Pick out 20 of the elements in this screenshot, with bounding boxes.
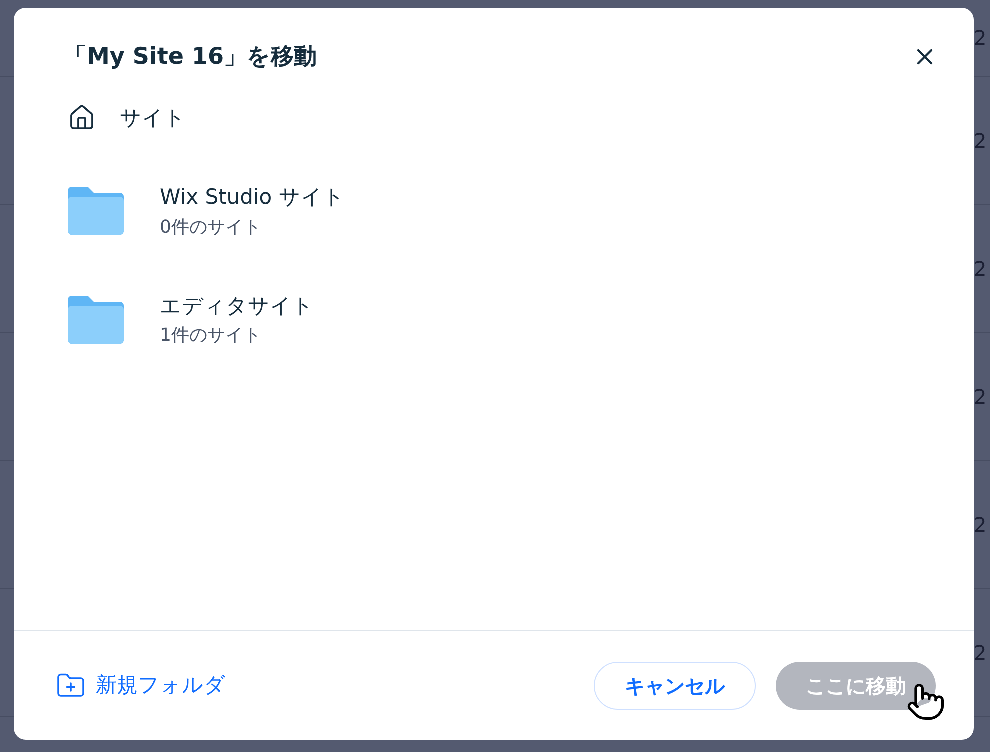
folder-name: Wix Studio サイト — [160, 184, 345, 211]
date-text: 2 — [974, 640, 988, 666]
site-count: 1件のサイト — [160, 324, 262, 348]
date-text: 2 — [974, 128, 988, 154]
new-folder-button[interactable]: 新規フォルダ — [56, 670, 226, 702]
site-count: 0件のサイト — [160, 216, 262, 240]
date-text: 2 — [974, 384, 988, 410]
pointer-cursor-icon — [906, 682, 946, 722]
breadcrumb-link[interactable]: サイト — [120, 102, 186, 134]
folder-item[interactable]: エディタサイト 1件のサイト — [68, 290, 920, 349]
folder-icon — [68, 296, 124, 344]
home-icon — [68, 104, 96, 132]
date-text: 2 — [974, 25, 988, 52]
folder-name: エディタサイト — [160, 292, 314, 320]
folder-item[interactable]: Wix Studio サイト 0件のサイト — [68, 182, 920, 240]
dialog-title: 「My Site 16」を移動 — [64, 43, 317, 72]
cancel-button[interactable]: キャンセル — [594, 662, 756, 710]
date-text: 2 — [974, 512, 988, 538]
folder-icon — [68, 187, 124, 236]
date-text: 2 — [974, 256, 988, 282]
